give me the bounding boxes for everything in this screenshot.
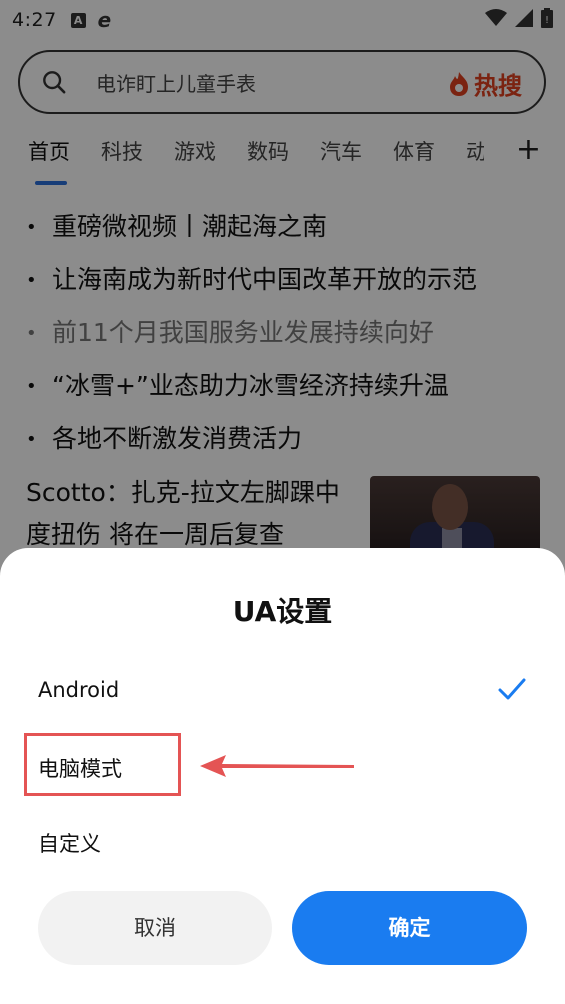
option-custom[interactable]: 自定义 [38,828,101,858]
option-android[interactable]: Android [38,678,119,702]
check-icon [498,678,526,700]
arrow-icon [200,755,354,777]
option-desktop-mode[interactable]: 电脑模式 [38,753,122,783]
dialog-title: UA设置 [232,595,333,628]
confirm-button[interactable]: 确定 [292,891,527,965]
ua-settings-dialog: UA设置 Android 电脑模式 自定义 取消 确定 [0,548,565,1004]
cancel-button[interactable]: 取消 [38,891,272,965]
